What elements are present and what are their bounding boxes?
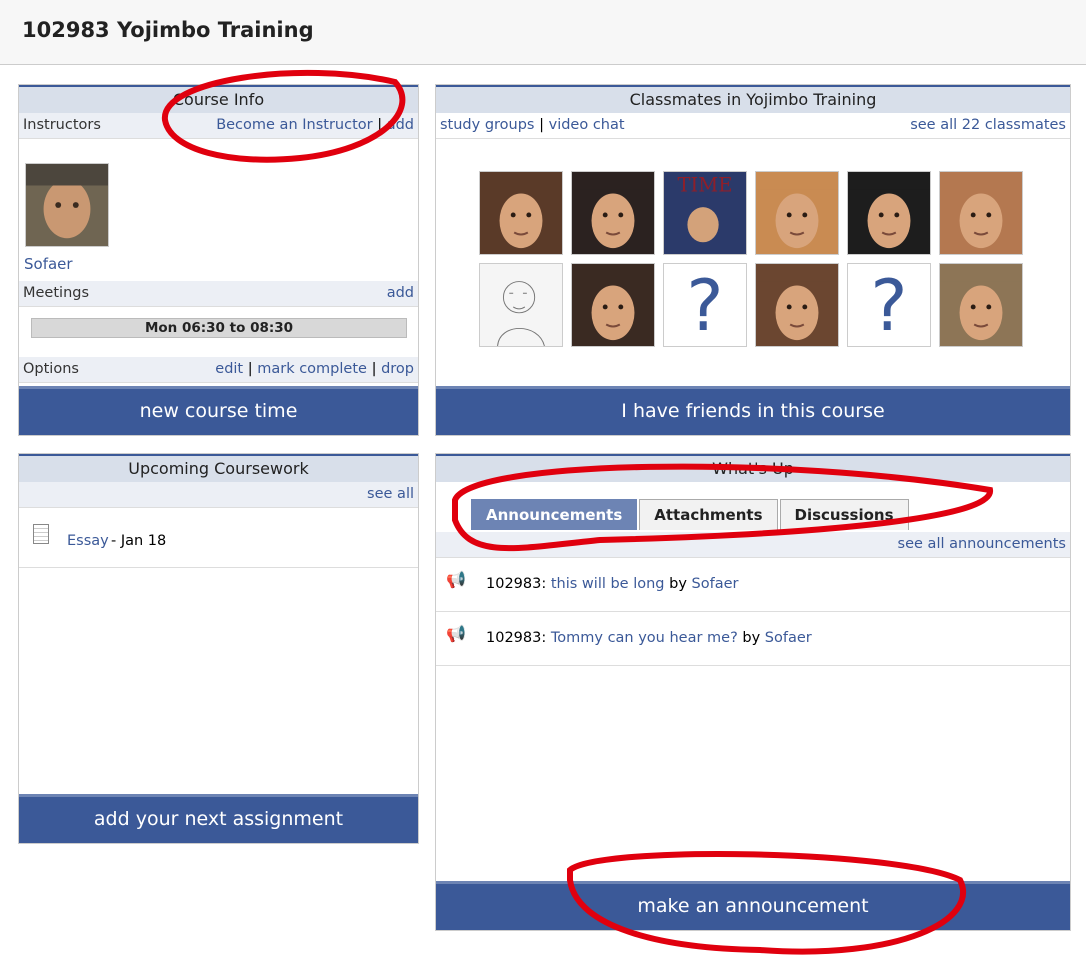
document-icon bbox=[33, 524, 49, 544]
add-assignment-button[interactable]: add your next assignment bbox=[19, 794, 418, 843]
tab-discussions[interactable]: Discussions bbox=[779, 499, 909, 530]
coursework-bar: see all bbox=[19, 482, 418, 508]
options-label: Options bbox=[23, 361, 79, 377]
by-label: by bbox=[669, 576, 687, 592]
friends-in-course-button[interactable]: I have friends in this course bbox=[436, 386, 1070, 435]
mark-complete-link[interactable]: mark complete bbox=[257, 361, 367, 377]
megaphone-icon: 📢 bbox=[446, 570, 466, 589]
classmate-avatar[interactable] bbox=[479, 263, 563, 347]
separator: | bbox=[371, 361, 377, 377]
new-course-time-button[interactable]: new course time bbox=[19, 386, 418, 435]
classmate-avatar[interactable] bbox=[755, 171, 839, 255]
classmate-avatar[interactable] bbox=[939, 171, 1023, 255]
classmate-avatar[interactable] bbox=[571, 263, 655, 347]
classmate-avatar[interactable]: ? bbox=[847, 263, 931, 347]
author-link[interactable]: Sofaer bbox=[765, 630, 812, 646]
course-code: 102983: bbox=[486, 630, 547, 646]
classmate-avatar[interactable] bbox=[479, 171, 563, 255]
classmate-avatar[interactable]: ? bbox=[663, 263, 747, 347]
essay-date: - Jan 18 bbox=[111, 533, 167, 549]
tab-attachments[interactable]: Attachments bbox=[639, 499, 778, 530]
classmate-avatar[interactable] bbox=[571, 171, 655, 255]
meetings-label: Meetings bbox=[23, 285, 90, 301]
coursework-panel: Upcoming Coursework see all Essay - Jan … bbox=[18, 453, 419, 844]
coursework-title: Upcoming Coursework bbox=[19, 454, 418, 482]
see-all-announcements-link[interactable]: see all announcements bbox=[898, 532, 1066, 557]
separator: | bbox=[247, 361, 253, 377]
classmate-avatar[interactable] bbox=[847, 171, 931, 255]
edit-link[interactable]: edit bbox=[215, 361, 243, 377]
course-info-panel: Course Info Instructors Become an Instru… bbox=[18, 84, 419, 436]
announcements-bar: see all announcements bbox=[436, 532, 1070, 558]
classmate-avatar[interactable] bbox=[755, 263, 839, 347]
announcement-link[interactable]: Tommy can you hear me? bbox=[551, 630, 738, 646]
meeting-time: Mon 06:30 to 08:30 bbox=[31, 318, 407, 338]
by-label: by bbox=[742, 630, 761, 646]
whats-up-panel: What's Up Announcements Attachments Disc… bbox=[435, 453, 1071, 931]
video-chat-link[interactable]: video chat bbox=[549, 117, 625, 133]
make-announcement-button[interactable]: make an announcement bbox=[436, 881, 1070, 930]
add-meeting-link[interactable]: add bbox=[387, 281, 414, 306]
course-info-title: Course Info bbox=[19, 85, 418, 113]
meetings-bar: Meetings add bbox=[19, 281, 418, 307]
list-item[interactable]: 📢 102983: Tommy can you hear me? by Sofa… bbox=[436, 612, 1070, 666]
announcement-link[interactable]: this will be long bbox=[551, 576, 665, 592]
become-instructor-link[interactable]: Become an Instructor bbox=[216, 117, 372, 133]
separator: | bbox=[377, 117, 383, 133]
page-header: 102983 Yojimbo Training bbox=[0, 0, 1086, 65]
see-all-classmates-link[interactable]: see all 22 classmates bbox=[910, 113, 1066, 138]
classmate-avatar[interactable]: TIME bbox=[663, 171, 747, 255]
tab-announcements[interactable]: Announcements bbox=[471, 499, 638, 530]
instructors-bar: Instructors Become an Instructor | add bbox=[19, 113, 418, 139]
classmates-title: Classmates in Yojimbo Training bbox=[436, 85, 1070, 113]
megaphone-icon: 📢 bbox=[446, 624, 466, 643]
author-link[interactable]: Sofaer bbox=[692, 576, 739, 592]
whats-up-title: What's Up bbox=[436, 454, 1070, 482]
svg-text:TIME: TIME bbox=[678, 174, 733, 197]
whats-up-tabs: Announcements Attachments Discussions bbox=[471, 499, 911, 530]
classmates-panel: Classmates in Yojimbo Training study gro… bbox=[435, 84, 1071, 436]
drop-link[interactable]: drop bbox=[381, 361, 414, 377]
add-instructor-link[interactable]: add bbox=[387, 117, 414, 133]
see-all-coursework-link[interactable]: see all bbox=[367, 482, 414, 507]
separator: | bbox=[539, 117, 544, 133]
list-item[interactable]: 📢 102983: this will be long by Sofaer bbox=[436, 558, 1070, 612]
study-groups-link[interactable]: study groups bbox=[440, 117, 535, 133]
instructor-name-link[interactable]: Sofaer bbox=[24, 255, 73, 273]
options-bar: Options edit | mark complete | drop bbox=[19, 357, 418, 383]
page-title: 102983 Yojimbo Training bbox=[22, 18, 314, 42]
instructors-label: Instructors bbox=[23, 117, 101, 133]
instructor-avatar[interactable] bbox=[25, 163, 109, 247]
course-code: 102983: bbox=[486, 576, 547, 592]
classmates-bar: study groups | video chat see all 22 cla… bbox=[436, 113, 1070, 139]
classmate-avatar[interactable] bbox=[939, 263, 1023, 347]
list-item[interactable]: Essay - Jan 18 bbox=[19, 514, 418, 568]
essay-link[interactable]: Essay bbox=[67, 533, 109, 549]
